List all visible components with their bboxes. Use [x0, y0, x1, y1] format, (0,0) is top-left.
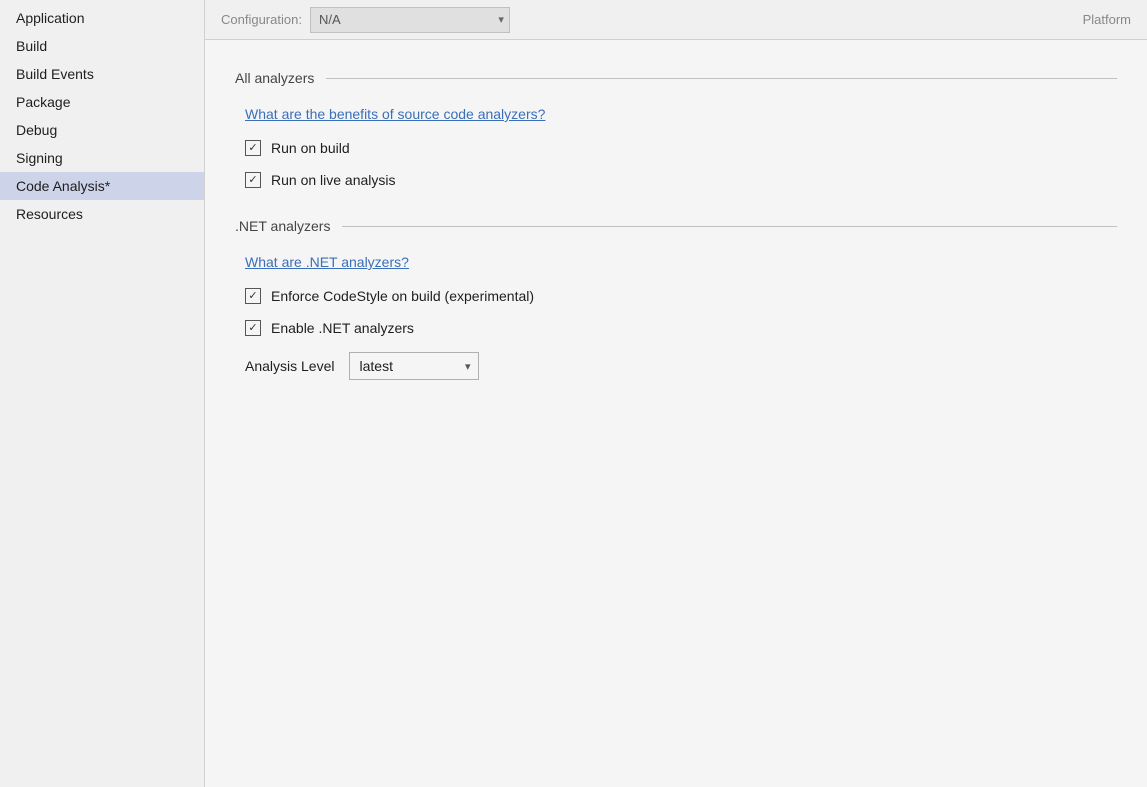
net-analyzers-link[interactable]: What are .NET analyzers? — [245, 254, 409, 270]
config-label: Configuration: — [221, 12, 302, 27]
content-area: All analyzers What are the benefits of s… — [205, 40, 1147, 787]
sidebar-item-resources[interactable]: Resources — [0, 200, 204, 228]
all-analyzers-header: All analyzers — [235, 70, 1117, 86]
analysis-level-dropdown-wrapper: latestpreview543 ▾ — [349, 352, 479, 380]
enable-net-checkbox[interactable]: ✓ — [245, 320, 261, 336]
enforce-codestyle-checkmark: ✓ — [248, 291, 257, 302]
sidebar-item-build-events[interactable]: Build Events — [0, 60, 204, 88]
all-analyzers-title: All analyzers — [235, 70, 314, 86]
all-analyzers-section: All analyzers What are the benefits of s… — [235, 70, 1117, 188]
enforce-codestyle-label: Enforce CodeStyle on build (experimental… — [271, 288, 534, 304]
main-content: Configuration: N/A ▾ Platform All analyz… — [205, 0, 1147, 787]
source-code-analyzers-link[interactable]: What are the benefits of source code ana… — [245, 106, 545, 122]
sidebar-item-application[interactable]: Application — [0, 4, 204, 32]
header-bar: Configuration: N/A ▾ Platform — [205, 0, 1147, 40]
sidebar-item-build[interactable]: Build — [0, 32, 204, 60]
run-on-build-checkbox[interactable]: ✓ — [245, 140, 261, 156]
run-on-live-checkmark: ✓ — [248, 175, 257, 186]
run-on-build-checkmark: ✓ — [248, 143, 257, 154]
enable-net-label: Enable .NET analyzers — [271, 320, 414, 336]
net-analyzers-header: .NET analyzers — [235, 218, 1117, 234]
sidebar-item-signing[interactable]: Signing — [0, 144, 204, 172]
enforce-codestyle-checkbox[interactable]: ✓ — [245, 288, 261, 304]
enable-net-checkmark: ✓ — [248, 323, 257, 334]
run-on-build-label: Run on build — [271, 140, 350, 156]
run-on-live-checkbox[interactable]: ✓ — [245, 172, 261, 188]
all-analyzers-divider — [326, 78, 1117, 79]
enforce-codestyle-row: ✓ Enforce CodeStyle on build (experiment… — [245, 288, 1117, 304]
analysis-level-label: Analysis Level — [245, 358, 335, 374]
analysis-level-dropdown[interactable]: latestpreview543 — [349, 352, 479, 380]
config-dropdown[interactable]: N/A — [310, 7, 510, 33]
enable-net-row: ✓ Enable .NET analyzers — [245, 320, 1117, 336]
analysis-level-row: Analysis Level latestpreview543 ▾ — [245, 352, 1117, 380]
run-on-live-row: ✓ Run on live analysis — [245, 172, 1117, 188]
run-on-build-row: ✓ Run on build — [245, 140, 1117, 156]
net-analyzers-section: .NET analyzers What are .NET analyzers? … — [235, 218, 1117, 380]
platform-label: Platform — [1083, 12, 1131, 27]
run-on-live-label: Run on live analysis — [271, 172, 396, 188]
sidebar: ApplicationBuildBuild EventsPackageDebug… — [0, 0, 205, 787]
net-analyzers-divider — [342, 226, 1117, 227]
sidebar-item-debug[interactable]: Debug — [0, 116, 204, 144]
sidebar-item-package[interactable]: Package — [0, 88, 204, 116]
net-analyzers-title: .NET analyzers — [235, 218, 330, 234]
sidebar-item-code-analysis[interactable]: Code Analysis* — [0, 172, 204, 200]
config-dropdown-wrapper: N/A ▾ — [310, 7, 510, 33]
